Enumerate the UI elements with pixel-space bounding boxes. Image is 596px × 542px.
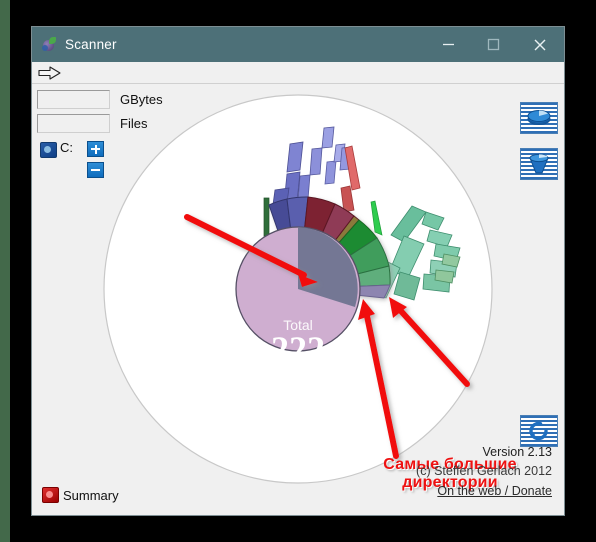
- close-button[interactable]: [516, 27, 564, 62]
- zoom-out-button[interactable]: [87, 162, 104, 178]
- window-titlebar: Scanner: [32, 27, 564, 62]
- zoom-in-button[interactable]: [87, 141, 104, 157]
- copyright-text: (c) Steffen Gerlach 2012: [416, 464, 552, 479]
- maximize-icon: [487, 38, 500, 51]
- center-total-value: 222: [271, 329, 325, 369]
- summary-button[interactable]: Summary: [42, 487, 119, 503]
- gbytes-row: GBytes: [37, 90, 163, 109]
- scanner-app-icon: [41, 36, 57, 53]
- cone-view-button[interactable]: [520, 148, 558, 180]
- disk-icon: [40, 142, 57, 158]
- blue-cone-icon: [521, 149, 557, 179]
- gbytes-input[interactable]: [37, 90, 110, 109]
- window-body: Total 222 GBytes GBytes Files C: Самые б…: [32, 84, 564, 515]
- summary-label: Summary: [63, 487, 119, 503]
- page-left-strip: [0, 0, 10, 542]
- dark-green-strip: [263, 197, 270, 237]
- minimize-icon: [443, 43, 454, 46]
- files-label: Files: [120, 116, 148, 131]
- files-row: Files: [37, 114, 163, 133]
- files-input[interactable]: [37, 114, 110, 133]
- zoom-buttons: [87, 141, 104, 178]
- scanner-window: Scanner Total 222 GBytes GBytes Files C:…: [32, 27, 564, 515]
- footer-info: Version 2.13 (c) Steffen Gerlach 2012 On…: [416, 443, 552, 501]
- window-controls: [426, 27, 564, 62]
- refresh-arrow-icon: [521, 416, 557, 446]
- minimize-button[interactable]: [426, 27, 471, 62]
- blue-disk-icon: [521, 103, 557, 133]
- pie-view-button[interactable]: [520, 102, 558, 134]
- arrow-right-icon[interactable]: [37, 65, 63, 81]
- close-icon: [534, 39, 546, 50]
- drive-selector[interactable]: C:: [40, 140, 104, 178]
- donate-link[interactable]: On the web / Donate: [416, 482, 552, 501]
- window-title: Scanner: [65, 37, 117, 52]
- summary-icon: [42, 487, 59, 503]
- maximize-button[interactable]: [471, 27, 516, 62]
- view-buttons: [520, 102, 558, 194]
- stat-fields: GBytes Files: [37, 90, 163, 138]
- center-caption-bottom: GBytes: [277, 368, 320, 383]
- gbytes-label: GBytes: [120, 92, 163, 107]
- version-text: Version 2.13: [482, 444, 553, 459]
- toolbar: [32, 62, 564, 84]
- drive-label: C:: [60, 140, 73, 155]
